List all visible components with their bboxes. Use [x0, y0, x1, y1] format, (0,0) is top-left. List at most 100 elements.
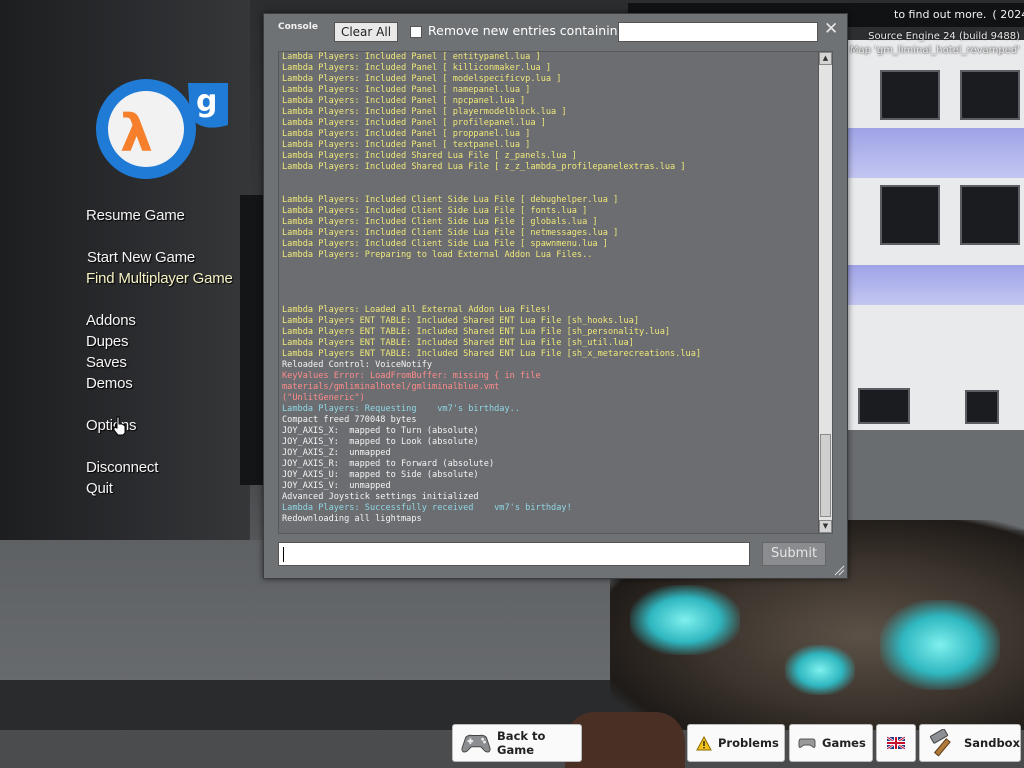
console-log-line: materials/gmliminalhotel/gmliminalblue.v… — [282, 382, 500, 392]
console-log-lines: Lambda Players: Included Panel [ entityp… — [282, 52, 817, 525]
text-caret — [283, 547, 284, 562]
console-log-line: JOY_AXIS_V: unmapped — [282, 481, 391, 491]
close-icon[interactable]: ✕ — [824, 19, 838, 39]
console-log-line: Lambda Players: Included Client Side Lua… — [282, 228, 619, 238]
log-scrollbar[interactable]: ▲ ▼ — [818, 52, 832, 533]
console-log-line: Lambda Players: Included Panel [ npcpane… — [282, 96, 526, 106]
console-log-line: JOY_AXIS_R: mapped to Forward (absolute) — [282, 459, 495, 469]
scroll-thumb[interactable] — [820, 434, 831, 517]
console-log-line: Lambda Players: Included Client Side Lua… — [282, 239, 608, 249]
news-banner-text: to find out more. — [894, 8, 987, 21]
sandbox-button[interactable]: Sandbox — [919, 724, 1021, 762]
games-button[interactable]: Games — [789, 724, 873, 762]
submit-button[interactable]: Submit — [762, 542, 826, 566]
menu-start-new-game[interactable]: Start New Game — [87, 249, 195, 266]
console-log-line — [282, 283, 817, 294]
console-log-line: Lambda Players: Requesting vm7's birthda… — [282, 404, 520, 414]
back-to-game-label: Back to Game — [497, 729, 546, 757]
menu-saves[interactable]: Saves — [86, 354, 127, 371]
console-log-line — [282, 272, 817, 283]
console-log[interactable]: Lambda Players: Included Panel [ entityp… — [278, 51, 833, 534]
games-label: Games — [822, 736, 866, 750]
console-log-line: Lambda Players: Included Client Side Lua… — [282, 206, 588, 216]
console-log-line: Lambda Players: Included Panel [ killico… — [282, 63, 552, 73]
menu-options[interactable]: Options — [86, 417, 136, 434]
player-hand — [565, 712, 685, 768]
language-button[interactable] — [876, 724, 916, 762]
menu-quit[interactable]: Quit — [86, 480, 113, 497]
controller-icon — [798, 738, 816, 748]
console-log-line: Lambda Players ENT TABLE: Included Share… — [282, 338, 634, 348]
scene-window — [960, 70, 1020, 120]
console-log-line: Lambda Players: Included Client Side Lua… — [282, 195, 619, 205]
filter-input[interactable] — [618, 22, 818, 42]
console-log-line: Reloaded Control: VoiceNotify — [282, 360, 433, 370]
problems-button[interactable]: Problems — [687, 724, 785, 762]
console-log-line: JOY_AXIS_Z: unmapped — [282, 448, 391, 458]
scene-building-band — [846, 265, 1024, 305]
console-log-line: Lambda Players ENT TABLE: Included Share… — [282, 349, 702, 359]
console-log-line: Compact freed 770048 bytes — [282, 415, 417, 425]
map-name: Map 'gm_liminal_hotel_revamped' — [849, 45, 1020, 56]
garrysmod-logo: g λ — [96, 79, 228, 179]
console-log-line: Lambda Players: Included Shared Lua File… — [282, 162, 686, 172]
svg-text:λ: λ — [120, 104, 153, 164]
console-log-line: Lambda Players: Included Panel [ entityp… — [282, 52, 541, 62]
console-log-line — [282, 184, 817, 195]
news-banner-date: ( 2024.10.29 ) — [992, 8, 1024, 21]
uk-flag-icon — [887, 737, 905, 749]
console-log-line — [282, 294, 817, 305]
console-log-line: Lambda Players: Included Panel [ modelsp… — [282, 74, 562, 84]
console-log-line: Lambda Players: Included Panel [ proppan… — [282, 129, 531, 139]
console-log-line: ("UnlitGeneric") — [282, 393, 365, 403]
console-log-line: Redownloading all lightmaps — [282, 514, 422, 524]
problems-label: Problems — [718, 736, 779, 750]
console-log-line: Lambda Players ENT TABLE: Included Share… — [282, 327, 671, 337]
scene-window — [858, 388, 910, 424]
console-log-line: Lambda Players: Loaded all External Addo… — [282, 305, 552, 315]
scroll-up-icon[interactable]: ▲ — [819, 52, 832, 65]
warning-icon — [696, 735, 712, 750]
back-to-game-button[interactable]: Back to Game — [452, 724, 582, 762]
menu-dupes[interactable]: Dupes — [86, 333, 129, 350]
menu-resume-game[interactable]: Resume Game — [86, 207, 185, 224]
scene-window — [965, 390, 999, 424]
console-log-line: Lambda Players: Included Panel [ textpan… — [282, 140, 531, 150]
weapon-glow — [630, 585, 740, 655]
hammer-icon — [929, 729, 951, 757]
console-log-line: Lambda Players: Preparing to load Extern… — [282, 250, 593, 260]
console-log-line: Lambda Players: Included Panel [ namepan… — [282, 85, 531, 95]
engine-build: Source Engine 24 (build 9488) — [868, 31, 1020, 42]
console-log-line: JOY_AXIS_Y: mapped to Look (absolute) — [282, 437, 479, 447]
filter-label: Remove new entries containing: — [428, 23, 630, 38]
scene-window — [960, 185, 1020, 245]
console-log-line: Lambda Players: Included Client Side Lua… — [282, 217, 598, 227]
console-window[interactable]: Console Clear All Remove new entries con… — [263, 13, 848, 579]
engine-info: Source Engine 24 (build 9488) Map 'gm_li… — [850, 30, 1020, 58]
resize-grip-icon[interactable] — [834, 565, 845, 576]
console-log-line: Lambda Players: Included Shared Lua File… — [282, 151, 577, 161]
scene-window — [880, 185, 940, 245]
console-log-line: JOY_AXIS_U: mapped to Side (absolute) — [282, 470, 479, 480]
weapon-glow — [880, 600, 1000, 690]
menu-disconnect[interactable]: Disconnect — [86, 459, 158, 476]
console-log-line: Lambda Players: Included Panel [ profile… — [282, 118, 546, 128]
console-log-line: Advanced Joystick settings initialized — [282, 492, 479, 502]
filter-checkbox[interactable] — [410, 26, 422, 38]
scroll-down-icon[interactable]: ▼ — [819, 520, 832, 533]
console-log-line: KeyValues Error: LoadFromBuffer: missing… — [282, 371, 541, 381]
clear-all-button[interactable]: Clear All — [334, 22, 398, 42]
hand-cursor-icon — [113, 416, 126, 436]
gamepad-icon — [461, 734, 491, 753]
console-log-line — [282, 261, 817, 272]
console-title: Console — [278, 22, 318, 32]
console-log-line: Lambda Players: Successfully received vm… — [282, 503, 572, 513]
console-log-line: JOY_AXIS_X: mapped to Turn (absolute) — [282, 426, 479, 436]
command-input[interactable] — [278, 542, 750, 566]
menu-demos[interactable]: Demos — [86, 375, 133, 392]
weapon-glow — [785, 645, 855, 695]
scene-building-band — [846, 128, 1024, 178]
menu-addons[interactable]: Addons — [86, 312, 136, 329]
console-log-line: Lambda Players ENT TABLE: Included Share… — [282, 316, 639, 326]
menu-find-multiplayer-game[interactable]: Find Multiplayer Game — [86, 270, 233, 287]
